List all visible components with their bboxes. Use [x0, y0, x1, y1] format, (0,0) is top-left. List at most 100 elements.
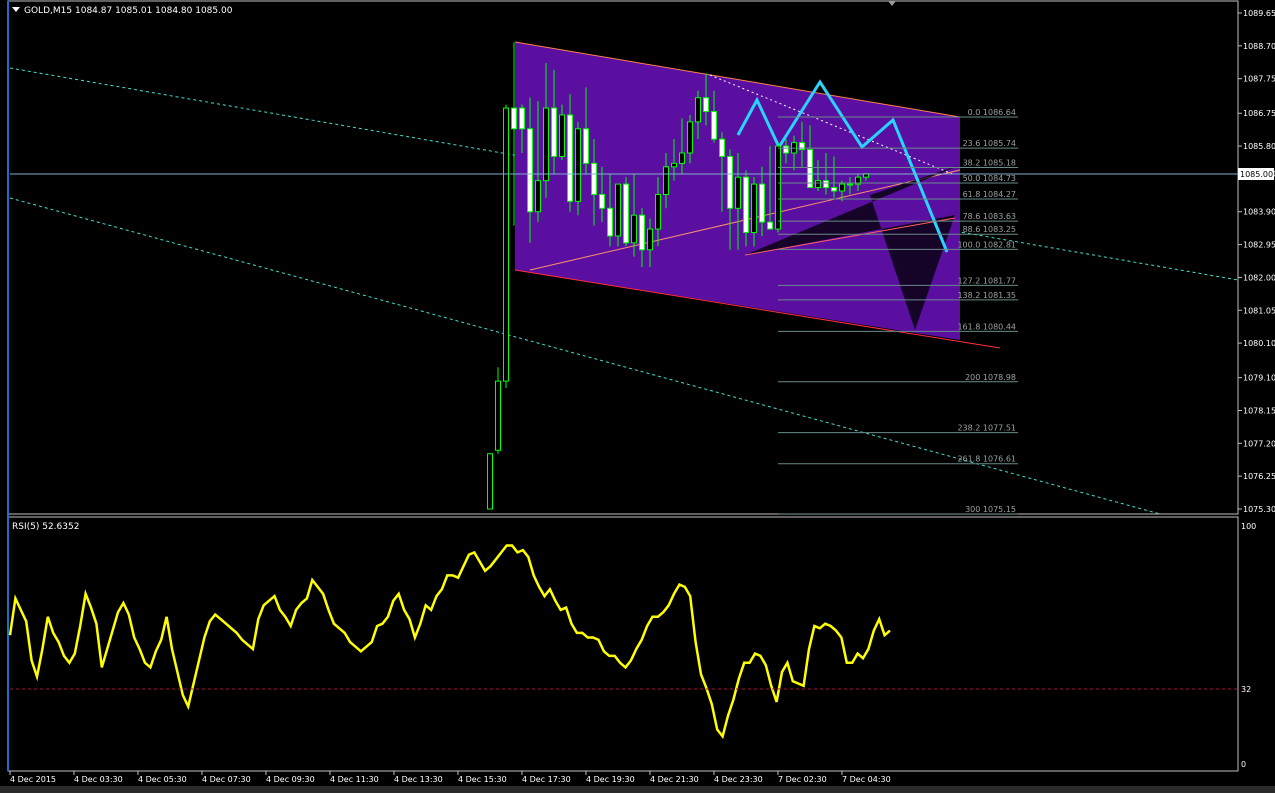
- time-tick-label: 4 Dec 2015: [10, 775, 56, 784]
- chart-left-edge-bar: [7, 1, 9, 771]
- price-tick-label: 1082.00: [1243, 273, 1275, 282]
- time-tick-label: 4 Dec 17:30: [522, 775, 571, 784]
- candle-body: [615, 183, 621, 237]
- time-axis[interactable]: 4 Dec 2015 4 Dec 03:30 4 Dec 05:30 4 Dec 07…: [9, 771, 891, 784]
- candle-body: [719, 138, 725, 157]
- time-tick-label: 4 Dec 13:30: [394, 775, 443, 784]
- fib-level-label: 88.6 1083.25: [963, 225, 1016, 234]
- candle-body: [495, 380, 501, 451]
- time-tick-label: 4 Dec 21:30: [650, 775, 699, 784]
- time-tick-label: 4 Dec 09:30: [266, 775, 315, 784]
- candle-body: [751, 183, 757, 233]
- candle-body: [591, 162, 597, 195]
- price-tick-label: 1076.25: [1243, 472, 1275, 481]
- rsi-level-32: 32: [1241, 685, 1251, 694]
- rsi-level-0: 0: [1241, 760, 1246, 769]
- shift-marker-icon[interactable]: [888, 1, 896, 6]
- candle-body: [807, 149, 813, 189]
- candle-body: [815, 180, 821, 189]
- fib-level-label: 300 1075.15: [965, 505, 1016, 514]
- symbol-dropdown-icon[interactable]: [12, 7, 20, 12]
- bottom-status-strip: [0, 786, 1275, 793]
- price-chart-svg[interactable]: 0.0 1086.64 23.6 1085.74 38.2 1085.18 50.0 …: [0, 0, 1275, 793]
- candle-body: [631, 214, 637, 244]
- candle-body: [711, 111, 717, 140]
- fib-level-label: 38.2 1085.18: [963, 159, 1016, 168]
- candle-body: [823, 180, 829, 189]
- candle-body: [575, 128, 581, 202]
- candle-body: [847, 183, 853, 186]
- candle-body: [775, 145, 781, 230]
- time-tick-label: 4 Dec 03:30: [74, 775, 123, 784]
- candle-body: [583, 128, 589, 164]
- price-tick-label: 1085.80: [1243, 142, 1275, 151]
- price-tick-label: 1087.75: [1243, 75, 1275, 84]
- price-tick-label: 1079.10: [1243, 374, 1275, 383]
- trading-chart[interactable]: 0.0 1086.64 23.6 1085.74 38.2 1085.18 50.0 …: [0, 0, 1275, 793]
- ohlc-label: 1084.87 1085.01 1084.80 1085.00: [75, 6, 233, 16]
- fib-level-label: 50.0 1084.73: [963, 174, 1016, 183]
- fib-level-label: 138.2 1081.35: [957, 291, 1016, 300]
- time-tick-label: 7 Dec 02:30: [778, 775, 827, 784]
- candle-body: [663, 166, 669, 195]
- time-tick-label: 4 Dec 15:30: [458, 775, 507, 784]
- time-tick-label: 4 Dec 07:30: [202, 775, 251, 784]
- price-tick-label: 1078.15: [1243, 406, 1275, 415]
- rsi-label: RSI(5) 52.6352: [12, 522, 79, 532]
- rsi-level-100: 100: [1241, 522, 1256, 531]
- price-tick-label: 1077.20: [1243, 439, 1275, 448]
- candle-body: [623, 183, 629, 244]
- time-tick-label: 4 Dec 05:30: [138, 775, 187, 784]
- candle-body: [527, 128, 533, 213]
- current-price-label: 1085.00: [1240, 170, 1273, 179]
- candle-body: [767, 221, 773, 230]
- candle-body: [655, 193, 661, 230]
- candle-body: [783, 145, 789, 154]
- fib-level-label: 200 1078.98: [965, 373, 1016, 382]
- price-tick-label: 1086.75: [1243, 109, 1275, 118]
- price-tick-label: 1083.90: [1243, 208, 1275, 217]
- candle-body: [839, 183, 845, 192]
- price-tick-label: 1081.05: [1243, 306, 1275, 315]
- price-tick-label: 1088.70: [1243, 42, 1275, 51]
- candle-body: [727, 155, 733, 209]
- symbol-label: GOLD,M15: [24, 6, 72, 16]
- candle-body: [735, 176, 741, 209]
- candle-body: [487, 453, 493, 510]
- fib-level-label: 161.8 1080.44: [957, 322, 1016, 331]
- candle-body: [679, 152, 685, 164]
- candle-body: [647, 228, 653, 251]
- candle-body: [703, 97, 709, 113]
- fib-level-label: 261.8 1076.61: [957, 455, 1016, 464]
- fib-level-label: 127.2 1081.77: [957, 276, 1016, 285]
- candle-body: [543, 107, 549, 182]
- price-axis[interactable]: 1089.65 1088.70 1087.75 1086.75 1085.80 1085.…: [1238, 9, 1275, 514]
- fib-level-label: 78.6 1083.63: [963, 212, 1016, 221]
- candle-body: [599, 193, 605, 209]
- candle-body: [503, 107, 509, 382]
- candle-body: [695, 97, 701, 123]
- fib-level-label: 100.0 1082.81: [957, 240, 1016, 249]
- price-tick-label: 1082.95: [1243, 241, 1275, 250]
- candle-body: [639, 214, 645, 251]
- candle-body: [759, 183, 765, 223]
- rsi-panel-frame: [7, 516, 1239, 772]
- candle-body: [551, 107, 557, 157]
- candle-body: [559, 114, 565, 157]
- candle-body: [519, 107, 525, 130]
- rsi-layer: [8, 544, 891, 740]
- candle-body: [607, 207, 613, 237]
- candle-body: [743, 176, 749, 233]
- time-tick-label: 4 Dec 11:30: [330, 775, 379, 784]
- candle-body: [671, 162, 677, 168]
- fib-level-label: 0.0 1086.64: [968, 108, 1016, 117]
- price-tick-label: 1080.10: [1243, 339, 1275, 348]
- fib-level-label: 238.2 1077.51: [957, 424, 1016, 433]
- fib-level-label: 61.8 1084.27: [963, 190, 1016, 199]
- price-tick-label: 1075.30: [1243, 505, 1275, 514]
- fib-level-label: 23.6 1085.74: [963, 139, 1016, 148]
- time-tick-label: 7 Dec 04:30: [842, 775, 891, 784]
- price-tick-label: 1089.65: [1243, 9, 1275, 18]
- candle-body: [687, 121, 693, 154]
- candle-body: [831, 187, 837, 192]
